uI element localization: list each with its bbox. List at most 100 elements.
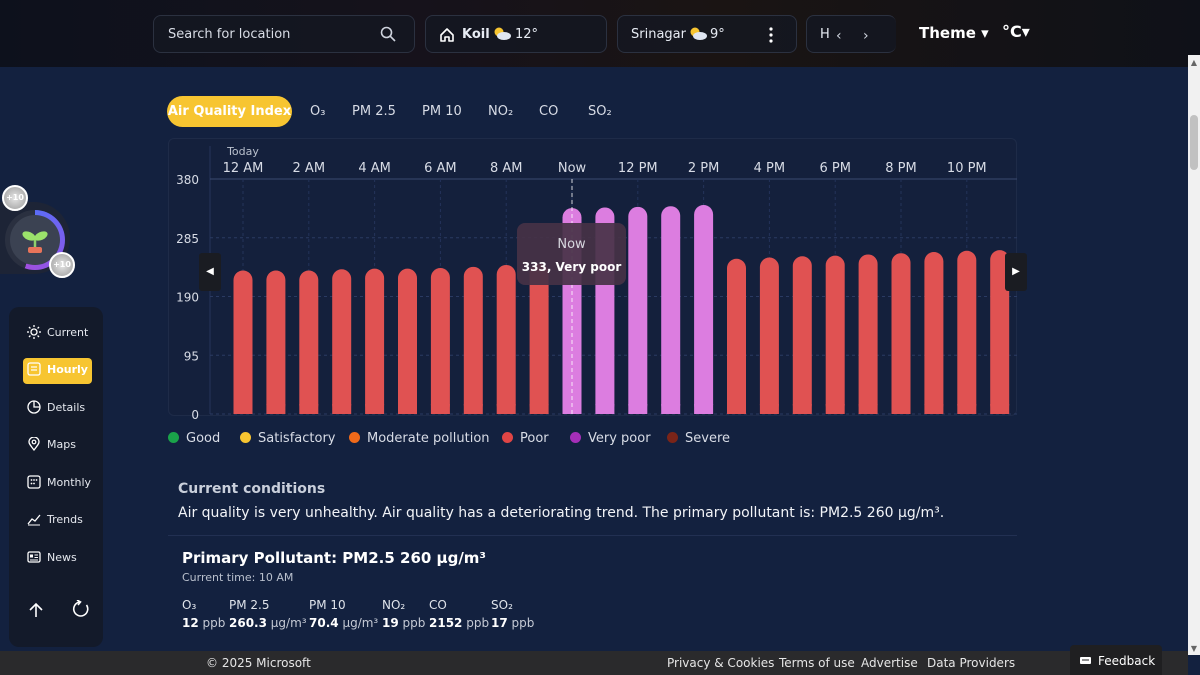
y-tick-label: 0: [191, 408, 199, 422]
aqi-bar-base: [496, 404, 516, 414]
y-tick-label: 285: [176, 232, 199, 246]
pollutant-name: PM 10: [309, 598, 346, 612]
aqi-bar-base: [628, 404, 648, 414]
feedback-icon: [1080, 657, 1091, 664]
pollutant-pm10: PM 10 70.4 µg/m³: [309, 598, 378, 630]
aqi-bar-base: [233, 404, 253, 414]
day-label: Today: [226, 145, 259, 158]
pollutant-name: CO: [429, 598, 447, 612]
tooltip-value: 333, Very poor: [521, 260, 622, 274]
legend-item-severe: Severe: [667, 431, 730, 446]
tooltip-time: Now: [557, 237, 586, 252]
aqi-bar-base: [759, 404, 779, 414]
aqi-bar: [430, 268, 450, 414]
scroll-down-arrow-icon[interactable]: ▼: [1190, 644, 1198, 653]
aqi-bar: [858, 254, 878, 414]
aqi-bar: [299, 270, 319, 414]
aqi-bar: [496, 264, 516, 414]
pollutant-o3: O₃ 12 ppb: [182, 598, 225, 630]
pollutant-value: 2152 ppb: [429, 616, 490, 630]
x-tick-label: 2 PM: [688, 161, 719, 176]
aqi-bar-base: [398, 404, 417, 414]
feedback-label: Feedback: [1098, 654, 1156, 668]
legend-item-satisfactory: Satisfactory: [240, 431, 335, 446]
legend-dot: [667, 432, 678, 443]
aqi-bar-base: [661, 404, 681, 414]
chart-scroll-left-button[interactable]: ◀: [199, 253, 221, 291]
footer-link-advertise[interactable]: Advertise: [861, 656, 918, 670]
chart-scroll-right-button[interactable]: ▶: [1005, 253, 1027, 291]
aqi-bar-base: [529, 404, 549, 414]
aqi-bar: [759, 257, 779, 414]
legend-item-very-poor: Very poor: [570, 431, 651, 446]
sidebar-item-label: Monthly: [47, 476, 92, 489]
x-tick-label: 2 AM: [293, 161, 326, 176]
footer-link-privacy[interactable]: Privacy & Cookies: [667, 656, 774, 670]
pollutant-value: 19 ppb: [382, 616, 426, 630]
aqi-bar-base: [694, 404, 714, 414]
footer-link-terms[interactable]: Terms of use: [779, 656, 855, 670]
aqi-bar: [825, 255, 845, 414]
aqi-bar: [233, 270, 253, 414]
aqi-bar-base: [266, 404, 286, 414]
x-tick-label: 6 AM: [424, 161, 457, 176]
legend-dot: [168, 432, 179, 443]
refresh-icon[interactable]: [72, 600, 90, 618]
chart-tooltip: Now 333, Very poor: [517, 223, 626, 285]
aqi-bar-base: [299, 404, 319, 414]
legend-dot: [349, 432, 360, 443]
aqi-bar-base: [792, 404, 812, 414]
x-tick-label: 8 PM: [885, 161, 916, 176]
copyright: © 2025 Microsoft: [206, 656, 311, 670]
sidebar-item-label: News: [47, 551, 77, 564]
aqi-bar: [463, 266, 483, 414]
legend-dot: [240, 432, 251, 443]
current-time: Current time: 10 AM: [182, 571, 294, 584]
map-pin-icon: [28, 437, 40, 451]
feedback-button[interactable]: Feedback: [1070, 645, 1162, 675]
x-tick-label: 4 AM: [358, 161, 391, 176]
pollutant-pm25: PM 2.5 260.3 µg/m³: [229, 598, 307, 630]
aqi-bar-base: [957, 404, 977, 414]
pollutant-so2: SO₂ 17 ppb: [491, 598, 534, 630]
primary-pollutant-title: Primary Pollutant: PM2.5 260 µg/m³: [182, 549, 487, 567]
aqi-bar: [529, 263, 549, 414]
aqi-bar-base: [430, 404, 450, 414]
aqi-bar: [924, 251, 944, 414]
legend-item-moderate: Moderate pollution: [349, 431, 490, 446]
pollutant-value: 70.4 µg/m³: [309, 616, 379, 630]
aqi-bar: [332, 269, 352, 414]
sidebar-item-label: Trends: [47, 513, 83, 526]
aqi-bar-base: [858, 404, 878, 414]
divider: [168, 535, 1017, 536]
x-tick-label: 8 AM: [490, 161, 523, 176]
pollutant-value: 260.3 µg/m³: [229, 616, 307, 630]
aqi-bar: [398, 268, 417, 414]
legend-item-good: Good: [168, 431, 220, 446]
x-tick-label: 12 AM: [223, 161, 264, 176]
pollutant-value: 17 ppb: [491, 616, 535, 630]
aqi-bar: [957, 250, 977, 414]
aqi-bar-base: [990, 404, 1010, 414]
aqi-bar-base: [365, 404, 385, 414]
aqi-bar: [792, 256, 812, 414]
x-tick-label: 6 PM: [819, 161, 850, 176]
aqi-bar: [628, 206, 648, 414]
pollutant-no2: NO₂ 19 ppb: [382, 598, 425, 630]
footer-link-data-providers[interactable]: Data Providers: [927, 656, 1015, 670]
aqi-bar: [891, 253, 911, 414]
aqi-bar: [694, 204, 714, 414]
x-tick-label: 4 PM: [754, 161, 785, 176]
legend-dot: [502, 432, 513, 443]
pollutant-value: 12 ppb: [182, 616, 226, 630]
scroll-to-top-icon[interactable]: [28, 602, 44, 618]
x-tick-label: 12 PM: [618, 161, 658, 176]
aqi-bar: [727, 258, 746, 414]
footer: © 2025 Microsoft Privacy & Cookies Terms…: [0, 651, 1188, 675]
aqi-bar-base: [825, 404, 845, 414]
aqi-bar-base: [924, 404, 944, 414]
pollutant-name: SO₂: [491, 598, 513, 612]
aqi-bar: [266, 270, 286, 414]
aqi-bar-base: [463, 404, 483, 414]
y-tick-label: 95: [184, 349, 199, 363]
